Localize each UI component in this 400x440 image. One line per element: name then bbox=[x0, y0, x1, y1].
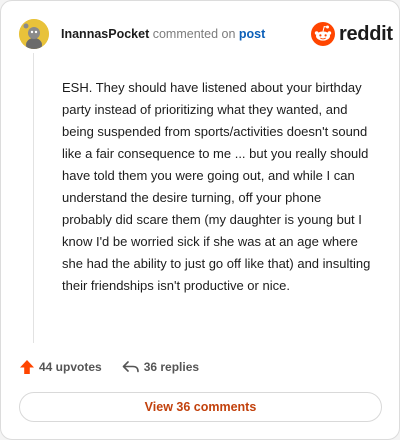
comment-body: ESH. They should have listened about you… bbox=[62, 80, 371, 293]
avatar-icon bbox=[19, 19, 49, 49]
avatar[interactable] bbox=[19, 19, 49, 49]
thread-line bbox=[33, 53, 34, 343]
reddit-logo[interactable]: reddit bbox=[311, 21, 393, 47]
comment-header: InannasPocket commented on post bbox=[61, 27, 265, 41]
post-link[interactable]: post bbox=[239, 27, 265, 41]
comment-actions: 44 upvotes 36 replies bbox=[19, 359, 199, 375]
view-comments-button[interactable]: View 36 comments bbox=[19, 392, 382, 422]
reply-icon bbox=[122, 361, 139, 373]
username[interactable]: InannasPocket bbox=[61, 27, 149, 41]
upvote-count: 44 upvotes bbox=[39, 360, 102, 374]
reply-button[interactable]: 36 replies bbox=[122, 359, 199, 375]
reddit-wordmark: reddit bbox=[339, 22, 393, 45]
reply-count: 36 replies bbox=[143, 360, 200, 374]
upvote-button[interactable]: 44 upvotes bbox=[19, 359, 102, 375]
action-text: commented on bbox=[152, 27, 236, 41]
reddit-logo-icon bbox=[311, 22, 335, 46]
upvote-icon bbox=[20, 360, 34, 374]
comment-card: InannasPocket commented on post reddit E… bbox=[0, 0, 400, 440]
